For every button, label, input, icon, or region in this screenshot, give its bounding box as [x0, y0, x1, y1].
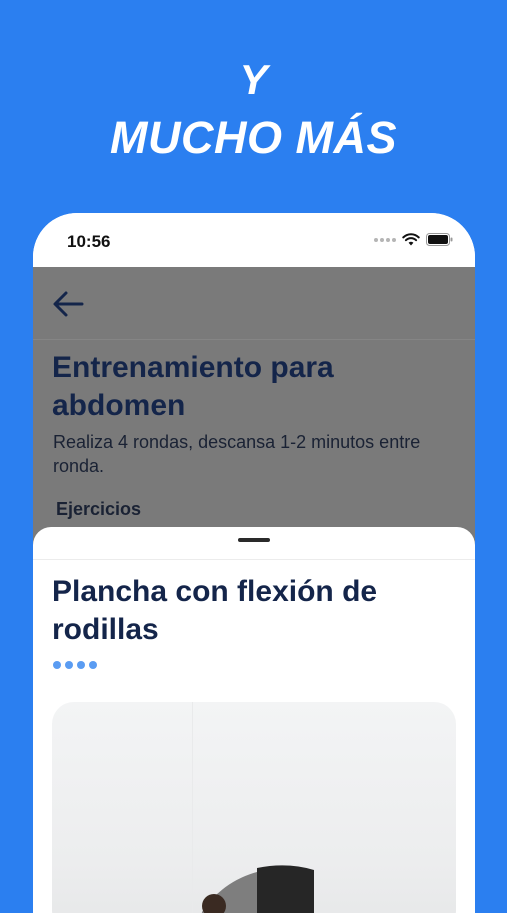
signal-dots-icon [374, 237, 396, 242]
divider [33, 339, 475, 340]
exercise-photo [52, 702, 456, 913]
sheet-drag-handle[interactable] [238, 538, 270, 542]
back-arrow-icon[interactable] [51, 289, 85, 319]
workout-title: Entrenamiento para abdomen [52, 351, 334, 422]
status-bar: 10:56 [33, 213, 475, 267]
page-dot [89, 661, 97, 669]
page-dot [65, 661, 73, 669]
exercise-bottom-sheet[interactable]: Plancha con flexión de rodillas [33, 527, 475, 913]
workout-screen-dimmed: Entrenamiento para abdomen Realiza 4 ron… [33, 267, 475, 547]
status-icons [374, 233, 453, 246]
exercise-title: Plancha con flexión de rodillas [52, 575, 378, 646]
promo-line-1: Y [239, 56, 268, 103]
page-indicator [53, 661, 97, 669]
status-time: 10:56 [67, 232, 111, 251]
page-dot [77, 661, 85, 669]
wifi-icon [402, 233, 420, 246]
page-dot [53, 661, 61, 669]
divider [33, 559, 475, 560]
exercises-section-label: Ejercicios [56, 499, 142, 519]
phone-frame: 10:56 Entrenamiento para abdomen Realiza… [33, 213, 475, 913]
workout-description: Realiza 4 rondas, descansa 1-2 minutos e… [53, 432, 421, 476]
promo-line-2: MUCHO MÁS [110, 112, 397, 163]
person-figure [201, 865, 314, 913]
battery-icon [426, 233, 453, 246]
